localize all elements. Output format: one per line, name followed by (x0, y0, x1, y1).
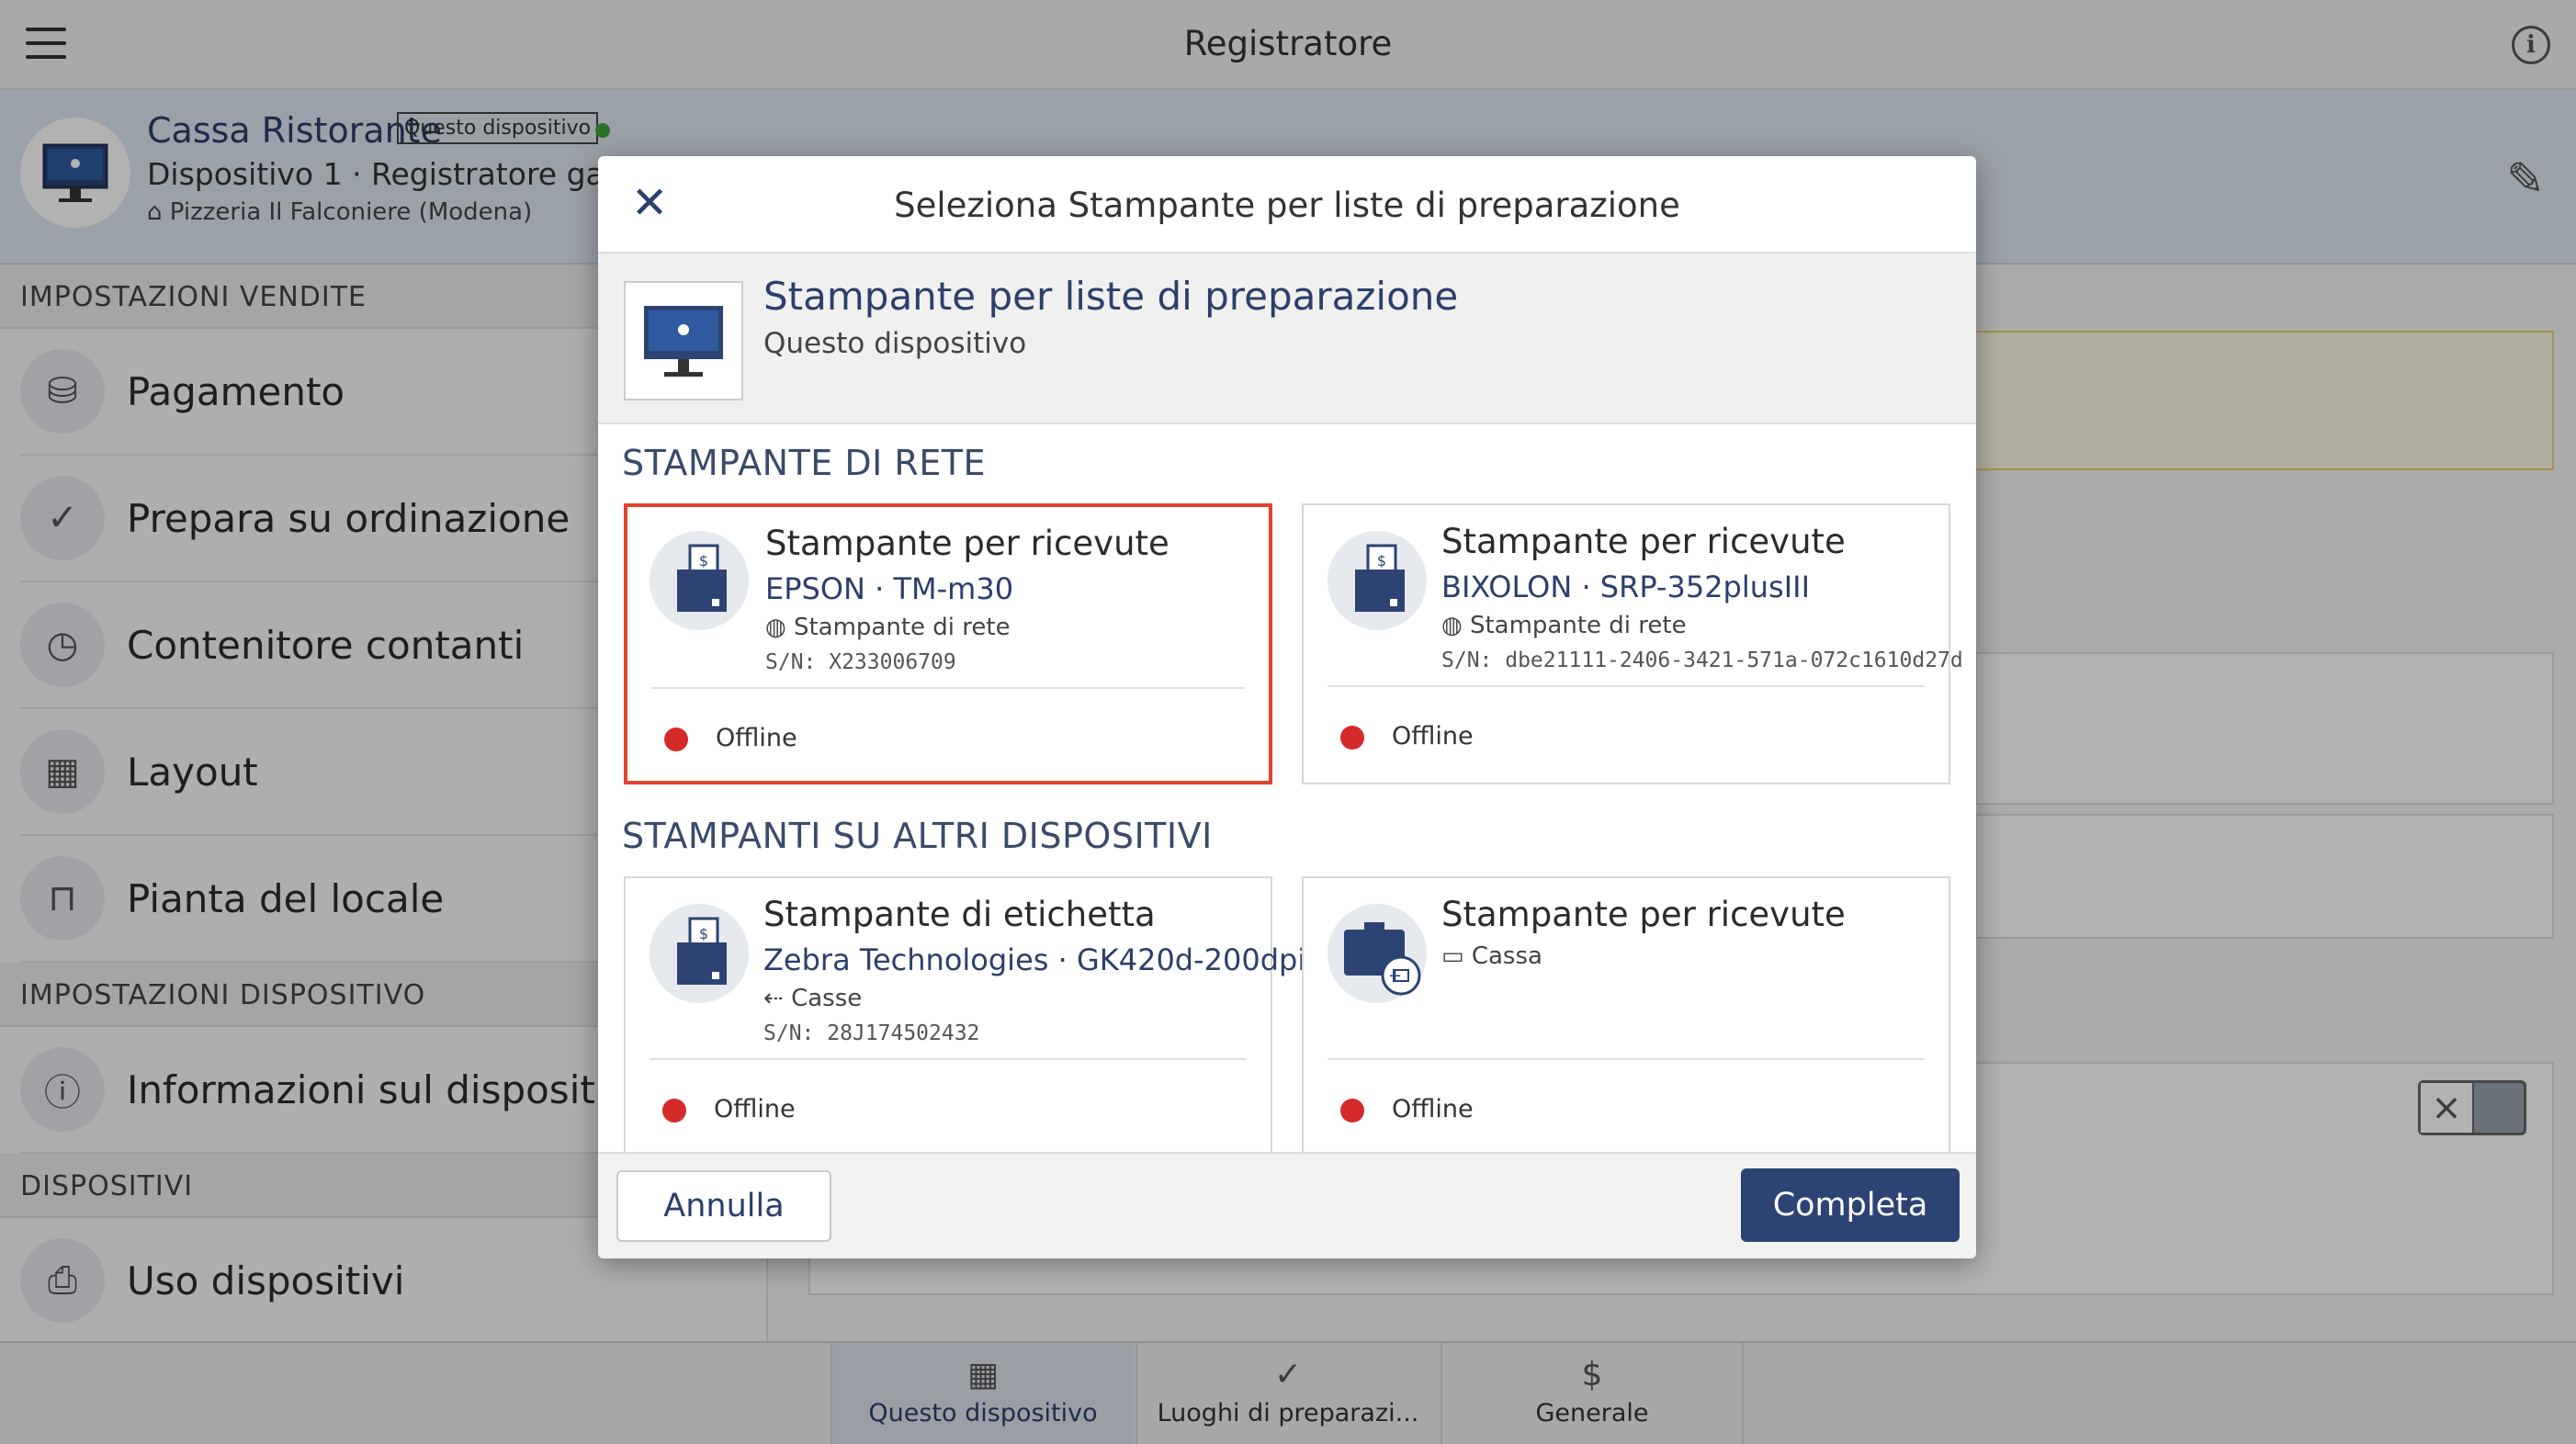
printer-name: Stampante per ricevute (1441, 522, 1846, 561)
cash-register-icon: ▭ (1441, 942, 1472, 970)
printer-card-cassa[interactable]: + Stampante per ricevute ▭ Cassa Offline (1302, 876, 1950, 1157)
cancel-button[interactable]: Annulla (616, 1170, 831, 1242)
card-divider (1328, 1058, 1925, 1060)
card-divider (1328, 685, 1925, 687)
printer-name: Stampante di etichetta (763, 895, 1156, 934)
network-icon: ◍ (765, 614, 794, 641)
connection-type-text: Stampante di rete (793, 614, 1011, 641)
monitor-icon (624, 281, 743, 400)
receipt-printer-icon: $ (1328, 531, 1427, 630)
summary-subtitle: Questo dispositivo (763, 327, 1027, 360)
status-label: Offline (714, 1095, 796, 1123)
status-dot (664, 728, 688, 751)
connection-type: ⇠ Casse (763, 985, 862, 1012)
serial-number: S/N: dbe21111-2406-3421-571a-072c1610d27… (1441, 649, 1963, 672)
svg-text:$: $ (699, 925, 708, 942)
cash-drawer-printer-icon: + (1328, 904, 1427, 1003)
summary-title: Stampante per liste di preparazione (763, 274, 1459, 319)
svg-text:$: $ (699, 552, 708, 570)
network-icon: ◍ (1441, 612, 1470, 639)
printer-name: Stampante per ricevute (1441, 895, 1846, 934)
status-dot (1340, 726, 1364, 750)
printer-card-bixolon[interactable]: $ Stampante per ricevute BIXOLON · SRP-3… (1302, 503, 1963, 784)
connection-type: ▭ Cassa (1441, 942, 1542, 970)
dialog-header: ✕ Seleziona Stampante per liste di prepa… (598, 156, 1976, 254)
card-divider (650, 1058, 1247, 1060)
serial-number: S/N: 28J174502432 (763, 1021, 980, 1045)
printer-name: Stampante per ricevute (765, 524, 1169, 563)
status-dot (1340, 1099, 1364, 1122)
status-label: Offline (716, 724, 797, 752)
label-printer-icon: $ (650, 904, 749, 1003)
dialog-body: STAMPANTE DI RETE $ Stampante per ricevu… (598, 424, 1976, 1258)
card-divider (651, 687, 1245, 689)
svg-text:+: + (1388, 966, 1402, 986)
receipt-printer-icon: $ (650, 531, 749, 630)
status-label: Offline (1392, 1095, 1474, 1123)
connection-type-text: Cassa (1471, 942, 1542, 970)
group-title-other-devices: STAMPANTI SU ALTRI DISPOSITIVI (622, 816, 1213, 856)
printer-model: EPSON · TM-m30 (765, 571, 1014, 606)
connection-type: ◍ Stampante di rete (1441, 612, 1687, 639)
dialog-footer: Annulla Completa (598, 1152, 1976, 1258)
printer-model: BIXOLON · SRP-352plusIII (1441, 570, 1811, 604)
dialog-summary: Stampante per liste di preparazione Ques… (598, 254, 1976, 424)
printer-card-zebra[interactable]: $ Stampante di etichetta Zebra Technolog… (624, 876, 1305, 1157)
status-label: Offline (1392, 722, 1474, 750)
connection-type-text: Casse (791, 985, 863, 1012)
connection-type-text: Stampante di rete (1469, 612, 1687, 639)
printer-card-epson[interactable]: $ Stampante per ricevute EPSON · TM-m30 … (624, 503, 1272, 784)
serial-number: S/N: X233006709 (765, 650, 956, 674)
status-dot (662, 1099, 686, 1122)
connection-type: ◍ Stampante di rete (765, 614, 1011, 641)
printer-select-dialog: ✕ Seleziona Stampante per liste di prepa… (598, 156, 1976, 1258)
group-title-network: STAMPANTE DI RETE (622, 443, 987, 483)
printer-model: Zebra Technologies · GK420d-200dpi (763, 942, 1306, 977)
complete-button[interactable]: Completa (1741, 1168, 1960, 1242)
dialog-title: Seleziona Stampante per liste di prepara… (894, 186, 1680, 225)
svg-text:$: $ (1377, 552, 1386, 570)
usb-icon: ⇠ (763, 985, 792, 1012)
